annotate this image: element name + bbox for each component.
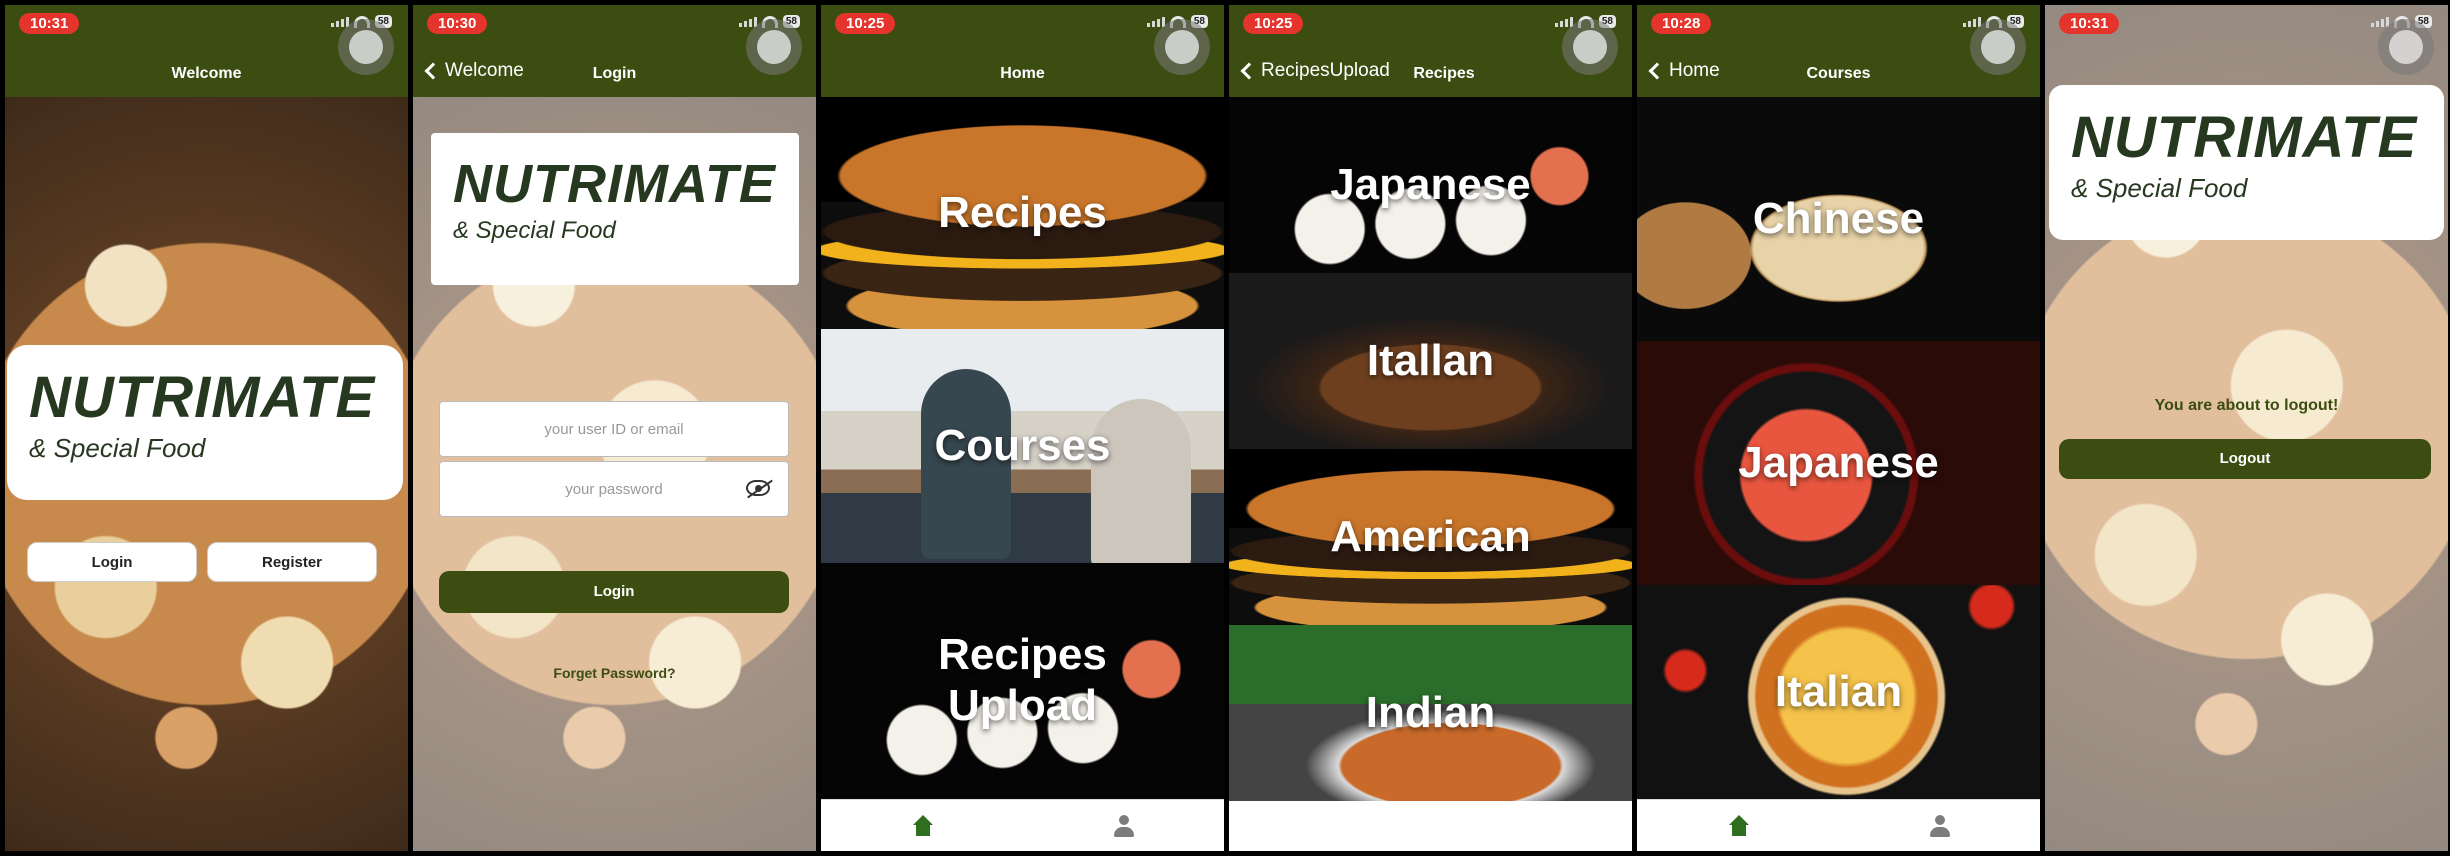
courses-screen: 10:28 58 Home Courses Chinese Japanese I… (1637, 5, 2040, 851)
home-screen: 10:25 58 Home Recipes Courses Recipes Up… (821, 5, 1224, 851)
logo-title: NUTRIMATE (2071, 105, 2418, 170)
status-time: 10:30 (427, 13, 488, 34)
back-button[interactable]: RecipesUpload (1239, 60, 1390, 82)
user-id-input[interactable]: your user ID or email (439, 401, 789, 457)
login-screen: 10:30 58 Welcome Login NUTRIMATE & Speci… (413, 5, 816, 851)
logo-subtitle: & Special Food (2071, 173, 2248, 203)
logo-subtitle: & Special Food (453, 217, 616, 244)
tab-bar (1637, 799, 2040, 851)
nav-title: Courses (1806, 65, 1871, 82)
tile-label: Courses (934, 420, 1111, 470)
tile-japanese[interactable]: Japanese (1637, 341, 2040, 585)
login-submit-button[interactable]: Login (439, 571, 789, 613)
nav-title: Recipes (1413, 65, 1475, 82)
tile-label: Chinese (1752, 193, 1925, 243)
welcome-screen: 10:31 58 Welcome NUTRIMATE & Special Foo… (5, 5, 408, 851)
nav-bar: 10:30 58 Welcome Login (413, 5, 816, 97)
signal-icon (738, 16, 757, 27)
status-bar: 10:31 58 (2045, 5, 2448, 97)
tile-italian[interactable]: Italian (1637, 585, 2040, 799)
home-icon[interactable] (911, 814, 935, 837)
back-label: RecipesUpload (1261, 60, 1390, 81)
nav-bar: 10:25 58 Home (821, 5, 1224, 97)
tile-chinese[interactable]: Chinese (1637, 97, 2040, 341)
logo-title: NUTRIMATE (453, 154, 776, 214)
login-button[interactable]: Login (27, 542, 197, 582)
nav-title: Welcome (171, 65, 242, 82)
logo-subtitle: & Special Food (29, 433, 206, 463)
logo-title: NUTRIMATE (29, 365, 376, 430)
screenshot-strip: 10:31 58 Welcome NUTRIMATE & Special Foo… (0, 0, 2450, 856)
tile-recipes[interactable]: Recipes (821, 97, 1224, 329)
tile-american[interactable]: American (1229, 449, 1632, 625)
tile-label: American (1330, 511, 1531, 561)
status-time: 10:31 (2059, 13, 2120, 34)
assistive-touch-icon[interactable] (2378, 19, 2434, 75)
password-placeholder: your password (565, 480, 663, 498)
tile-label: Itallan (1366, 335, 1495, 385)
nav-title: Login (592, 65, 637, 82)
user-id-placeholder: your user ID or email (544, 420, 684, 438)
user-icon[interactable] (1114, 814, 1135, 837)
nav-bar: 10:25 58 RecipesUpload Recipes (1229, 5, 1632, 97)
status-time: 10:28 (1651, 13, 1712, 34)
logout-message: You are about to logout! (2154, 397, 2339, 414)
signal-icon (1962, 16, 1981, 27)
tile-label: Recipes Upload (938, 630, 1107, 730)
logout-screen: 10:31 58 NUTRIMATE & Special Food You ar… (2045, 5, 2448, 851)
eye-off-icon[interactable] (746, 480, 770, 496)
tab-bar (821, 799, 1224, 851)
password-input[interactable]: your password (439, 461, 789, 517)
tile-label: Japanese (1330, 159, 1531, 209)
signal-icon (1146, 16, 1165, 27)
status-time: 10:25 (1243, 13, 1304, 34)
signal-icon (2370, 16, 2389, 27)
tile-label: Japanese (1738, 437, 1939, 487)
tile-label: Indian (1365, 687, 1496, 737)
logo-card: NUTRIMATE & Special Food (2049, 85, 2444, 240)
tile-courses[interactable]: Courses (821, 329, 1224, 563)
status-time: 10:25 (835, 13, 896, 34)
tile-recipes-upload[interactable]: Recipes Upload (821, 563, 1224, 799)
logo-card: NUTRIMATE & Special Food (431, 133, 799, 285)
chevron-left-icon (1240, 62, 1258, 80)
forgot-password-link[interactable]: Forget Password? (413, 665, 816, 681)
status-time: 10:31 (19, 13, 80, 34)
tile-label: Recipes (938, 187, 1107, 237)
tile-japanese[interactable]: Japanese (1229, 97, 1632, 273)
recipes-screen: 10:25 58 RecipesUpload Recipes Japanese … (1229, 5, 1632, 851)
tile-indian[interactable]: Indian (1229, 625, 1632, 801)
signal-icon (330, 16, 349, 27)
home-icon[interactable] (1727, 814, 1751, 837)
logout-button[interactable]: Logout (2059, 439, 2431, 479)
register-button[interactable]: Register (207, 542, 377, 582)
user-icon[interactable] (1930, 814, 1951, 837)
logo-card: NUTRIMATE & Special Food (7, 345, 403, 500)
signal-icon (1554, 16, 1573, 27)
nav-bar: 10:31 58 Welcome (5, 5, 408, 97)
assistive-touch-icon[interactable] (1562, 19, 1618, 75)
tile-itallan[interactable]: Itallan (1229, 273, 1632, 449)
nav-title: Home (1000, 65, 1045, 82)
tile-label: Italian (1774, 666, 1903, 716)
nav-bar: 10:28 58 Home Courses (1637, 5, 2040, 97)
